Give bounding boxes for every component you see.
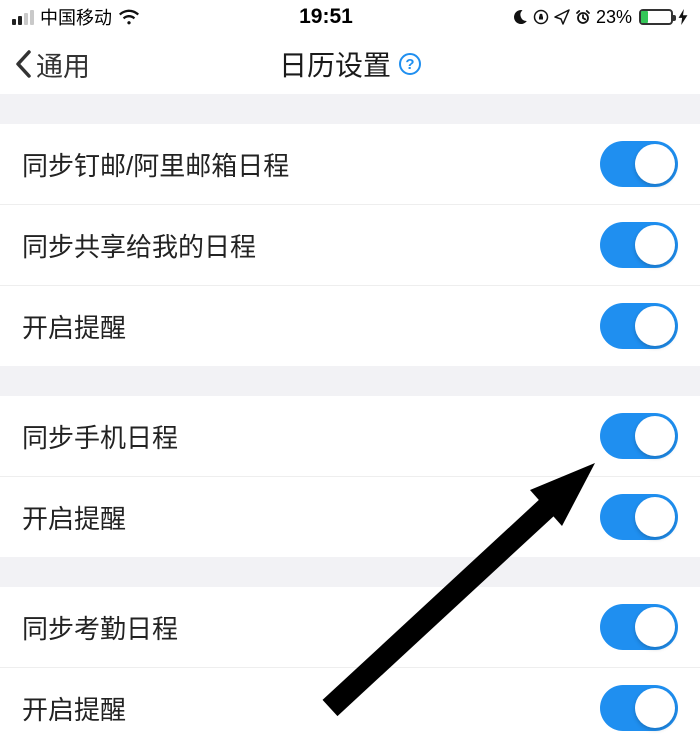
settings-row: 开启提醒 (0, 286, 700, 366)
chevron-left-icon (14, 49, 32, 79)
settings-row: 同步钉邮/阿里邮箱日程 (0, 124, 700, 205)
settings-group: 同步钉邮/阿里邮箱日程 同步共享给我的日程 开启提醒 (0, 124, 700, 366)
toggle-switch[interactable] (600, 141, 678, 187)
toggle-switch[interactable] (600, 222, 678, 268)
toggle-switch[interactable] (600, 413, 678, 459)
charging-icon (678, 9, 688, 25)
signal-icon (12, 10, 34, 25)
settings-group: 同步考勤日程 开启提醒 (0, 587, 700, 748)
settings-row: 同步手机日程 (0, 396, 700, 477)
toggle-switch[interactable] (600, 685, 678, 731)
settings-row: 开启提醒 (0, 477, 700, 557)
settings-row: 开启提醒 (0, 668, 700, 748)
location-icon (554, 9, 570, 25)
toggle-switch[interactable] (600, 494, 678, 540)
battery-fill (641, 11, 648, 23)
row-label: 同步共享给我的日程 (22, 227, 256, 264)
settings-group: 同步手机日程 开启提醒 (0, 396, 700, 557)
status-time: 19:51 (299, 5, 353, 29)
settings-row: 同步共享给我的日程 (0, 205, 700, 286)
page-title: 日历设置 ? (279, 44, 421, 84)
nav-header: 通用 日历设置 ? (0, 34, 700, 94)
carrier-label: 中国移动 (40, 4, 112, 30)
moon-icon (512, 9, 528, 25)
lock-icon (533, 9, 549, 25)
status-left: 中国移动 (12, 4, 140, 30)
row-label: 同步手机日程 (22, 418, 178, 455)
row-label: 开启提醒 (22, 308, 126, 345)
battery-percent: 23% (596, 7, 632, 28)
status-bar: 中国移动 19:51 23% (0, 0, 700, 34)
row-label: 同步考勤日程 (22, 609, 178, 646)
help-button[interactable]: ? (399, 53, 421, 75)
status-right: 23% (512, 7, 688, 28)
row-label: 同步钉邮/阿里邮箱日程 (22, 146, 289, 183)
alarm-icon (575, 9, 591, 25)
row-label: 开启提醒 (22, 690, 126, 727)
toggle-switch[interactable] (600, 303, 678, 349)
row-label: 开启提醒 (22, 499, 126, 536)
wifi-icon (118, 9, 140, 25)
battery-icon (639, 9, 673, 25)
back-button[interactable]: 通用 (14, 45, 90, 84)
back-label: 通用 (36, 45, 90, 84)
toggle-switch[interactable] (600, 604, 678, 650)
settings-row: 同步考勤日程 (0, 587, 700, 668)
